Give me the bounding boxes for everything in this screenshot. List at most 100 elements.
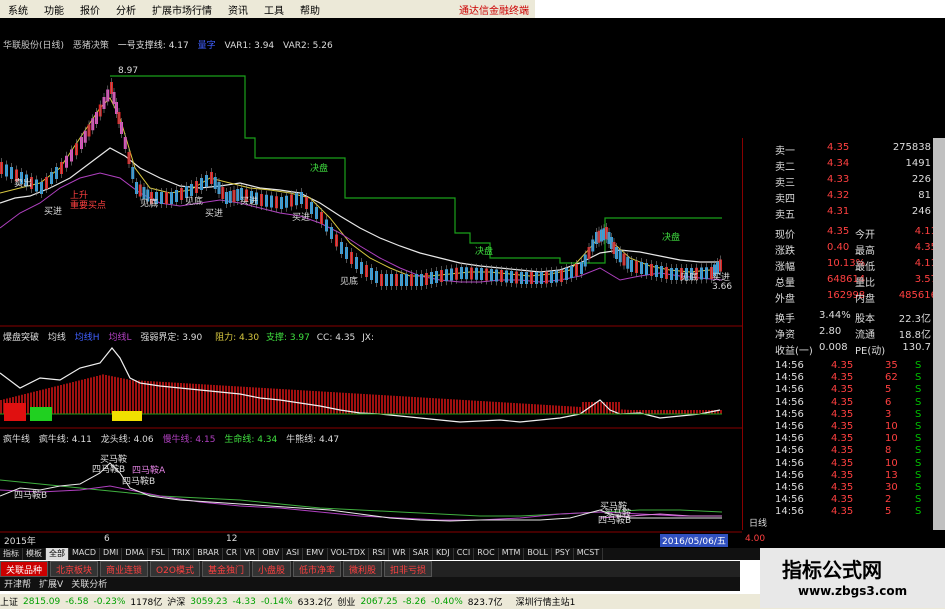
menu-help[interactable]: 帮助	[292, 2, 328, 17]
indicator-tab[interactable]: DMA	[122, 548, 148, 560]
indicator-tab[interactable]: KDJ	[433, 548, 454, 560]
indicator-tab[interactable]: 模板	[23, 548, 46, 560]
tick-time: 14:56	[775, 494, 804, 506]
category-tab[interactable]: 低市净率	[292, 561, 341, 577]
ind1-bar	[219, 385, 221, 414]
menu-extended-market[interactable]: 扩展市场行情	[144, 2, 220, 17]
indicator-tab[interactable]: 指标	[0, 548, 23, 560]
category-tab[interactable]: 关联品种	[0, 561, 49, 577]
menu-function[interactable]: 功能	[36, 2, 72, 17]
category-tab[interactable]: 微利股	[343, 561, 383, 577]
indicator-tab[interactable]: MTM	[499, 548, 525, 560]
ind1-bar	[612, 402, 614, 414]
indicator-tab[interactable]: RSI	[369, 548, 390, 560]
category-tab[interactable]: 商业连锁	[100, 561, 149, 577]
indicator-tab[interactable]: 全部	[46, 548, 69, 560]
ind1-bar	[141, 380, 143, 414]
ask-price: 4.34	[827, 158, 850, 169]
menu-quote[interactable]: 报价	[72, 2, 108, 17]
function-tab[interactable]: 关联分析	[67, 577, 111, 591]
ask-volume: 226	[911, 174, 931, 185]
indicator-tab[interactable]: CR	[223, 548, 242, 560]
ind1-bar	[678, 410, 680, 414]
stat-value: 22.3亿	[898, 314, 931, 325]
ind1-bar	[195, 383, 197, 414]
function-tab[interactable]: 开津帮	[0, 577, 35, 591]
stat-value: 3.44%	[819, 310, 851, 321]
ask-row[interactable]: 卖四 4.32 81	[743, 190, 943, 206]
tick-volume: 8	[885, 445, 892, 457]
stat-label: 流通	[855, 330, 875, 341]
indicator-tab[interactable]: ROC	[474, 548, 499, 560]
indicator-tab[interactable]: DMI	[100, 548, 123, 560]
indicator2-title: 疯牛线 疯牛线: 4.11 龙头线: 4.06 慢牛线: 4.15 生命线: 4…	[3, 432, 339, 445]
ind1-bar	[576, 406, 578, 414]
ask-row[interactable]: 卖一 4.35 275838	[743, 142, 943, 158]
quote-scrollbar[interactable]	[933, 138, 945, 530]
indicator-tab[interactable]: VR	[241, 548, 260, 560]
ind1-bar	[66, 383, 68, 414]
category-tab[interactable]: O2O模式	[150, 561, 200, 577]
annotation-label: 买进	[292, 213, 311, 223]
ind1-bar	[117, 377, 119, 414]
ind1-bar	[333, 392, 335, 414]
indicator-tab[interactable]: WR	[389, 548, 410, 560]
stat-value: 485616	[898, 290, 937, 301]
ind1-bar	[531, 404, 533, 414]
indicator-tab[interactable]: MACD	[69, 548, 100, 560]
period-label[interactable]: 日线	[749, 516, 767, 529]
tick-price: 4.35	[831, 433, 854, 445]
indicator-tab[interactable]: TRIX	[169, 548, 195, 560]
ind1-bar	[129, 379, 131, 414]
indicator-tab[interactable]: VOL-TDX	[328, 548, 370, 560]
tick-side: S	[915, 408, 922, 420]
ind1-bar	[657, 410, 659, 414]
category-tab[interactable]: 基金独门	[201, 561, 250, 577]
ind1-bar	[549, 405, 551, 414]
category-tab[interactable]: 扣非亏损	[384, 561, 433, 577]
indicator-tab[interactable]: PSY	[552, 548, 574, 560]
ind1-bar	[102, 374, 104, 414]
ind1-bar	[447, 399, 449, 414]
tick-side: S	[915, 421, 922, 432]
ask-row[interactable]: 卖二 4.34 1491	[743, 158, 943, 174]
tick-time: 14:56	[775, 384, 804, 396]
indicator-tab[interactable]: SAR	[410, 548, 433, 560]
ask-row[interactable]: 卖三 4.33 226	[743, 174, 943, 190]
index-name[interactable]: 创业	[337, 595, 355, 608]
indicator-tab[interactable]: BOLL	[524, 548, 552, 560]
indicator-tab[interactable]: OBV	[259, 548, 284, 560]
index-change: -8.26	[402, 596, 426, 607]
ask-row[interactable]: 卖五 4.31 246	[743, 206, 943, 222]
indicator-tab[interactable]: CCI	[454, 548, 475, 560]
menu-info[interactable]: 资讯	[220, 2, 256, 17]
ind1-bar	[600, 402, 602, 414]
function-tab[interactable]: 扩展V	[35, 577, 67, 591]
tick-time: 14:56	[775, 506, 804, 518]
tick-side: S	[915, 469, 922, 481]
stat-label: 换手	[775, 314, 795, 325]
indicator1-cc: CC: 4.35	[316, 333, 356, 343]
indicator-tab[interactable]: BRAR	[194, 548, 224, 560]
menu-system[interactable]: 系统	[0, 2, 36, 17]
ask-price: 4.33	[827, 174, 850, 185]
ind1-bar	[357, 393, 359, 414]
ind2-label: 买马鞍	[604, 509, 632, 519]
menu-tools[interactable]: 工具	[256, 2, 292, 17]
menu-analysis[interactable]: 分析	[108, 2, 144, 17]
indicator-tab[interactable]: FSL	[148, 548, 169, 560]
candles-group	[0, 78, 722, 290]
indicator-tab[interactable]: ASI	[283, 548, 304, 560]
ind1-bar	[516, 403, 518, 414]
server-status: 深圳行情主站1	[515, 598, 576, 608]
stat-value: 0.008	[819, 342, 848, 353]
indicator-tab[interactable]: MCST	[574, 548, 604, 560]
indicator-tab[interactable]: EMV	[303, 548, 328, 560]
category-tab[interactable]: 北京板块	[50, 561, 99, 577]
category-tab[interactable]: 小盘股	[251, 561, 291, 577]
index-name[interactable]: 沪深	[167, 595, 185, 608]
index-name[interactable]: 上证	[0, 595, 18, 608]
stat-label: 最低	[855, 262, 875, 273]
stat-row: 总量 648614 量比 3.57	[743, 274, 943, 290]
tick-time: 14:56	[775, 445, 804, 457]
